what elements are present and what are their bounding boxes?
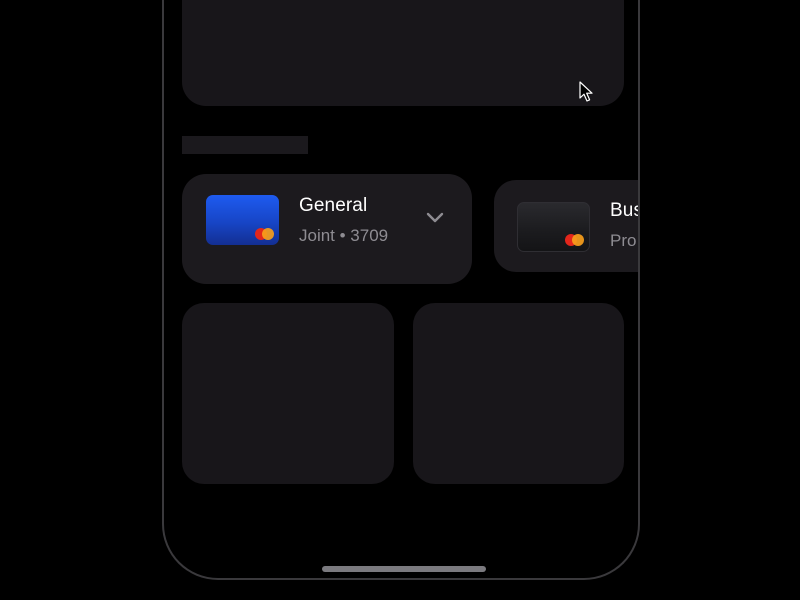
card-thumbnail-blue xyxy=(206,195,279,245)
account-subtitle: Joint • 3709 xyxy=(299,226,389,245)
section-heading-placeholder xyxy=(182,136,308,154)
mastercard-icon xyxy=(565,234,585,246)
top-card-placeholder xyxy=(182,0,624,106)
mouse-cursor-icon xyxy=(579,81,593,102)
phone-screen: General Joint • 3709 Bus Pro xyxy=(164,0,638,578)
phone-frame: General Joint • 3709 Bus Pro xyxy=(162,0,640,580)
stage: General Joint • 3709 Bus Pro xyxy=(0,0,800,600)
home-indicator[interactable] xyxy=(322,566,486,572)
tile-placeholder-right[interactable] xyxy=(413,303,624,484)
mastercard-icon xyxy=(255,228,275,240)
chevron-down-icon[interactable] xyxy=(426,212,444,224)
tile-placeholder-left[interactable] xyxy=(182,303,394,484)
account-card-business[interactable]: Bus Pro xyxy=(494,180,640,272)
card-thumbnail-dark xyxy=(517,202,590,252)
account-title: Bus xyxy=(610,200,640,221)
account-title: General xyxy=(299,195,368,216)
account-subtitle: Pro xyxy=(610,231,637,250)
account-card-general[interactable]: General Joint • 3709 xyxy=(182,174,472,284)
